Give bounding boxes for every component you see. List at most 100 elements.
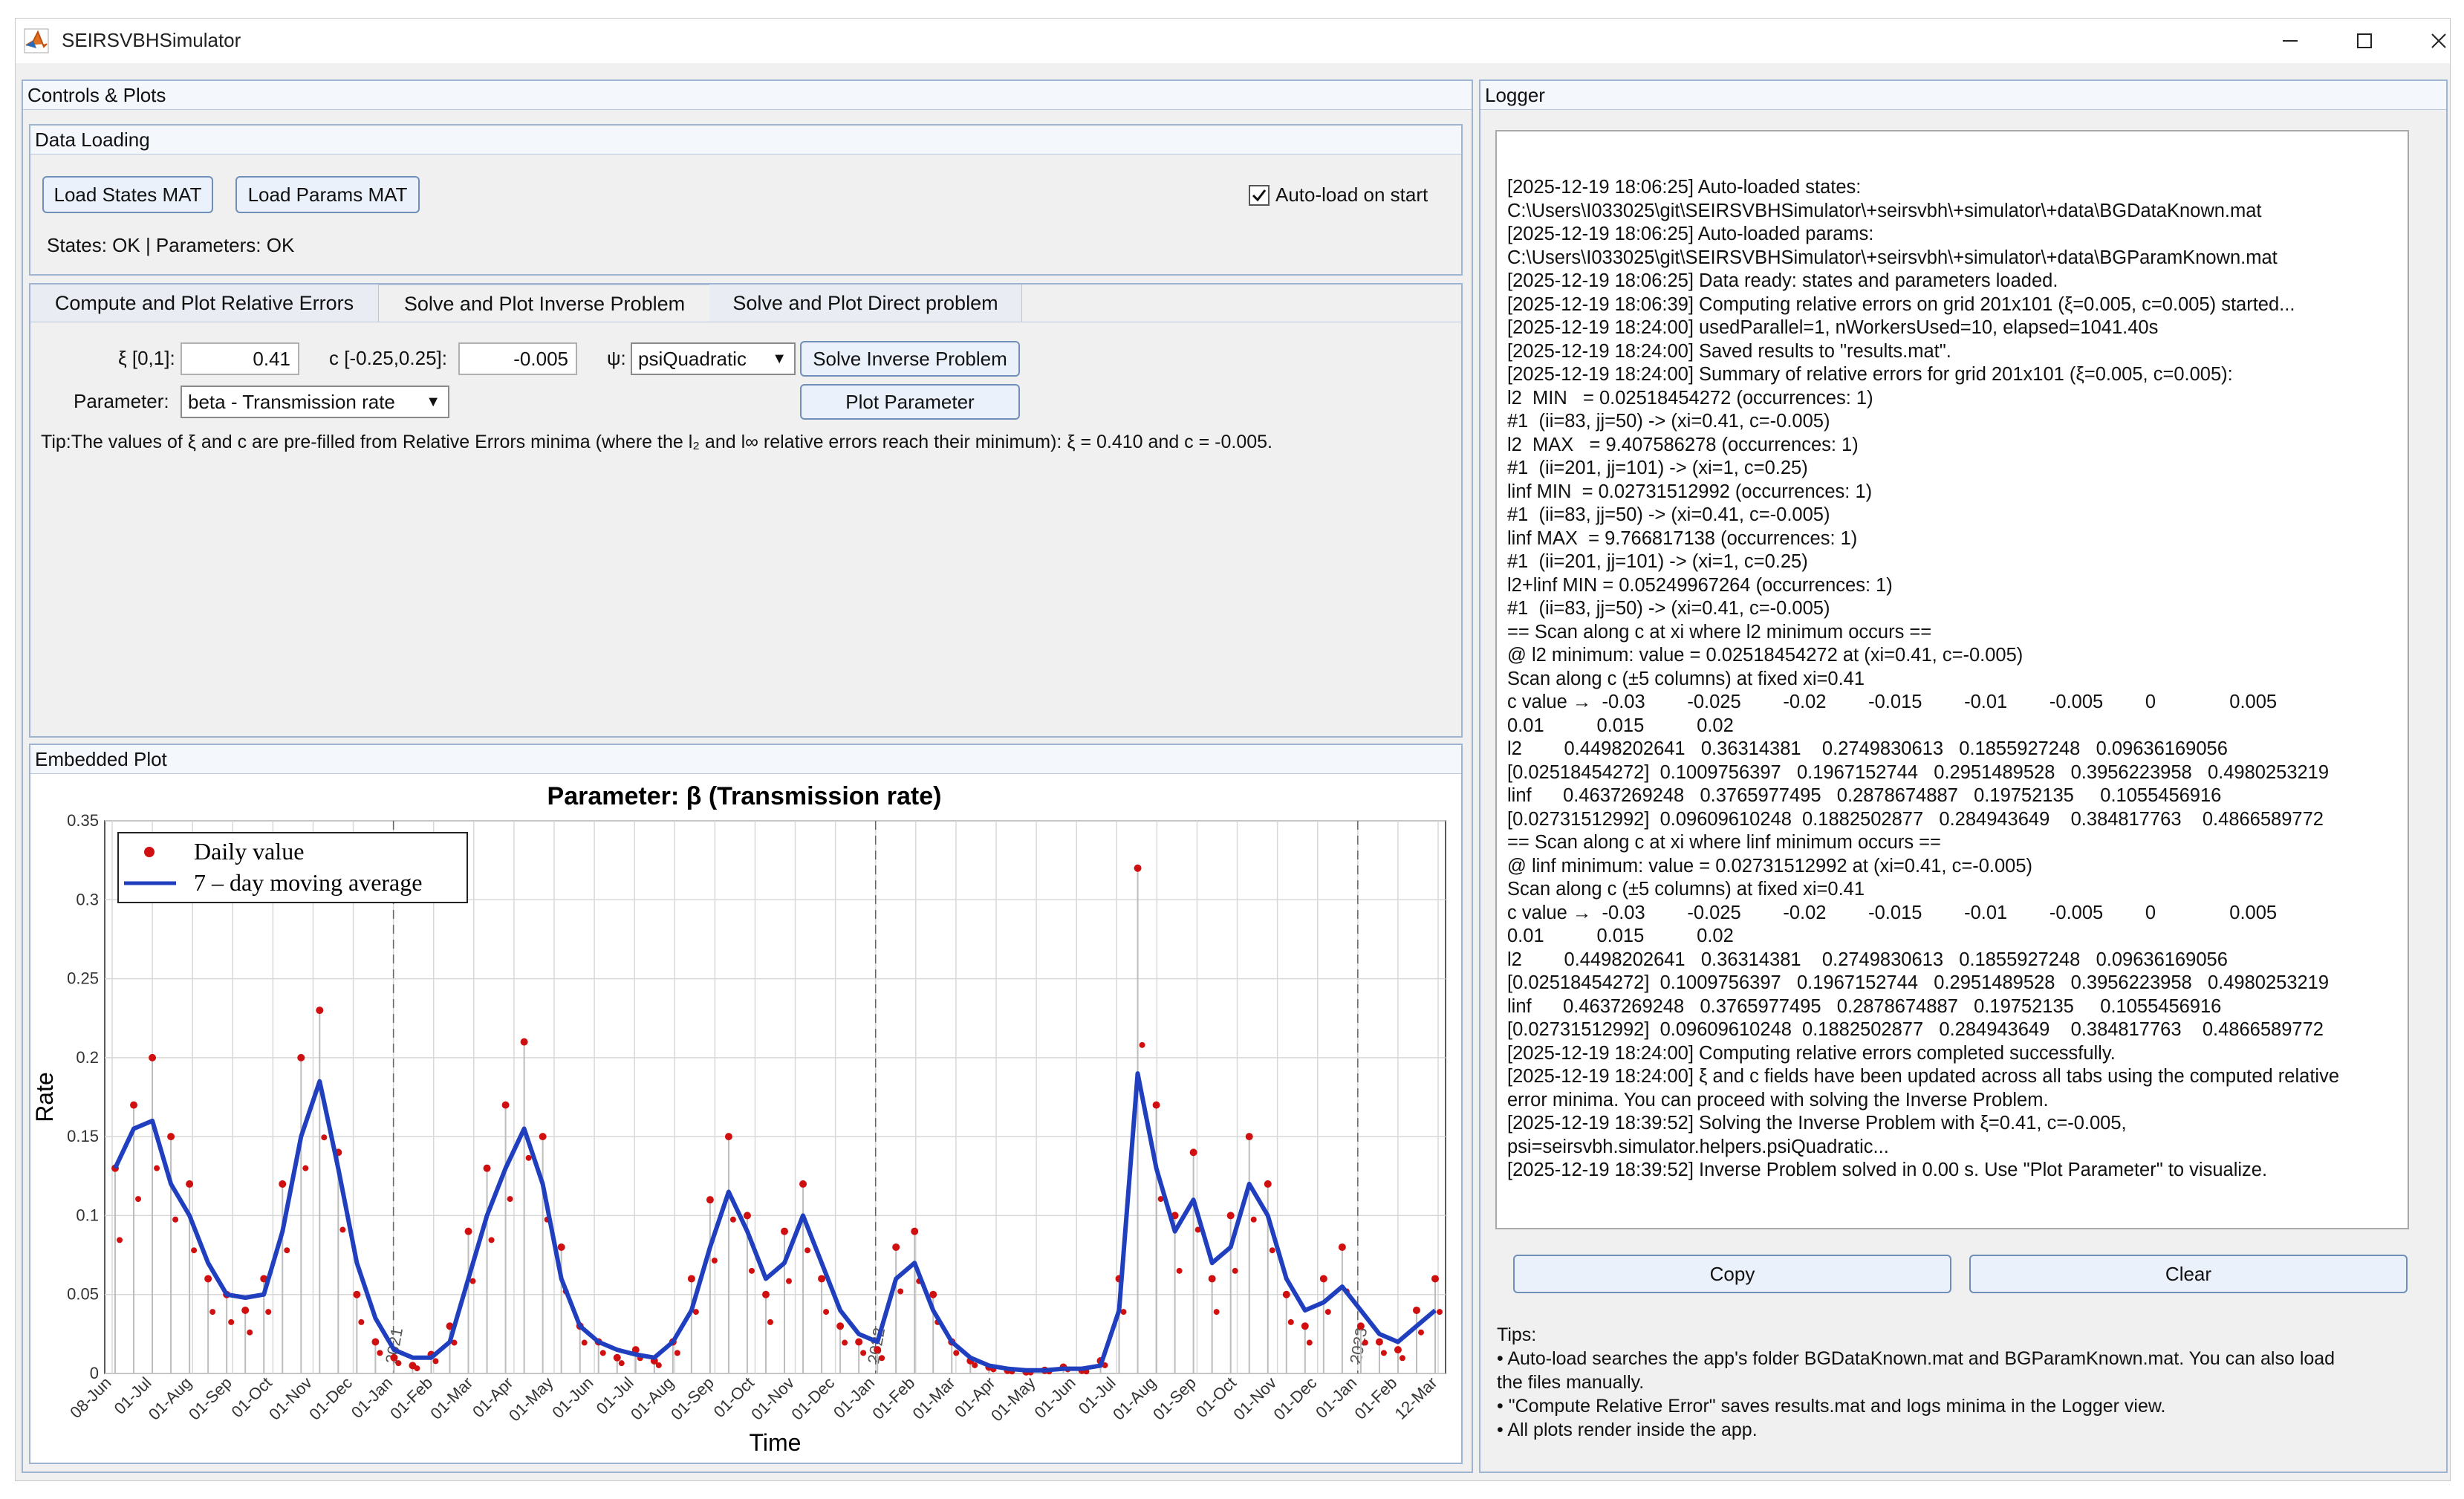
daily-point: [209, 1309, 216, 1316]
daily-point: [613, 1353, 621, 1362]
controls-panel-title: Controls & Plots: [23, 81, 1472, 110]
tip-line: • Auto-load searches the app's folder BG…: [1497, 1348, 2335, 1369]
logger-textarea[interactable]: [2025-12-19 18:06:25] Auto-loaded states…: [1495, 130, 2409, 1229]
app-window: SEIRSVBHSimulator Controls & Plots Data …: [15, 18, 2451, 1481]
daily-point: [1437, 1309, 1443, 1316]
c-label: c [-0.25,0.25]:: [329, 347, 447, 369]
daily-point: [761, 1290, 770, 1298]
plot-parameter-button[interactable]: Plot Parameter: [800, 384, 1020, 420]
parameter-dropdown-value: beta - Transmission rate: [188, 391, 395, 413]
xi-label: ξ [0,1]:: [118, 347, 175, 369]
daily-point: [879, 1355, 885, 1362]
log-line: linf MIN = 0.02731512992 (occurrences: 1…: [1507, 481, 1873, 502]
daily-point: [1226, 1212, 1235, 1220]
log-line: l2 MAX = 9.407586278 (occurrences: 1): [1507, 434, 1859, 455]
daily-point: [706, 1196, 714, 1204]
log-line: #1 (ii=201, jj=101) -> (xi=1, c=0.25): [1507, 458, 1808, 478]
daily-point: [897, 1288, 904, 1295]
tab-inverse-problem[interactable]: Solve and Plot Inverse Problem: [378, 284, 711, 322]
daily-point: [135, 1196, 142, 1203]
parameter-dropdown[interactable]: beta - Transmission rate ▼: [181, 386, 449, 418]
daily-point: [786, 1278, 793, 1284]
x-tick-label: 01-Sep: [185, 1373, 235, 1424]
autoload-checkbox[interactable]: [1249, 185, 1270, 206]
daily-point: [1412, 1306, 1420, 1314]
tab-relative-errors[interactable]: Compute and Plot Relative Errors: [30, 284, 379, 322]
log-line: [2025-12-19 18:39:52] Inverse Problem so…: [1507, 1160, 2268, 1180]
log-line: #1 (ii=83, jj=50) -> (xi=0.41, c=-0.005): [1507, 504, 1830, 525]
daily-point: [186, 1180, 194, 1188]
x-axis-label: Time: [750, 1429, 802, 1456]
x-tick-label: 01-May: [505, 1373, 557, 1425]
log-line: [0.02518454272] 0.1009756397 0.196715274…: [1507, 972, 2330, 993]
chevron-down-icon: ▼: [772, 351, 787, 367]
y-tick-label: 0.1: [76, 1206, 99, 1224]
daily-point: [823, 1309, 830, 1316]
close-button[interactable]: [2409, 23, 2464, 59]
daily-point: [674, 1350, 680, 1356]
data-loading-panel: Data Loading Load States MAT Load Params…: [29, 124, 1463, 276]
log-line: l2 0.4498202641 0.36314381 0.2749830613 …: [1507, 949, 2228, 970]
daily-point: [729, 1216, 736, 1223]
daily-point: [483, 1164, 491, 1172]
daily-point: [204, 1275, 212, 1283]
daily-point: [117, 1237, 123, 1243]
embedded-plot-panel: Embedded Plot Parameter: β (Transmission…: [29, 744, 1463, 1464]
daily-point: [371, 1338, 380, 1346]
log-line: error minima. You can proceed with solvi…: [1507, 1089, 2049, 1111]
daily-point: [316, 1007, 324, 1015]
log-line: linf 0.4637269248 0.3765977495 0.2878674…: [1507, 995, 2222, 1017]
daily-point: [1375, 1338, 1383, 1346]
daily-point: [1139, 1041, 1145, 1048]
log-line: #1 (ii=83, jj=50) -> (xi=0.41, c=-0.005): [1507, 411, 1830, 432]
daily-point: [377, 1350, 383, 1356]
solve-inverse-button[interactable]: Solve Inverse Problem: [800, 341, 1020, 377]
x-tick-label: 01-Sep: [1149, 1373, 1200, 1424]
log-line: @ linf minimum: value = 0.02731512992 at…: [1507, 855, 2033, 877]
x-tick-label: 01-Nov: [1229, 1373, 1280, 1424]
y-tick-label: 0.3: [76, 890, 99, 908]
daily-point: [781, 1227, 789, 1235]
log-line: l2+linf MIN = 0.05249967264 (occurrences…: [1507, 574, 1893, 596]
minimize-button[interactable]: [2260, 23, 2320, 59]
daily-point: [929, 1290, 937, 1298]
load-status-text: States: OK | Parameters: OK: [47, 234, 295, 256]
daily-point: [892, 1243, 900, 1251]
psi-dropdown-value: psiQuadratic: [638, 348, 747, 370]
tips-title: Tips:: [1497, 1324, 1537, 1345]
matlab-icon: [24, 28, 49, 53]
load-states-button[interactable]: Load States MAT: [42, 176, 213, 213]
maximize-icon: [2357, 33, 2372, 48]
daily-point: [874, 1346, 882, 1354]
log-line: l2 MIN = 0.02518454272 (occurrences: 1): [1507, 387, 1873, 409]
daily-point: [1399, 1355, 1405, 1362]
plot-area: [104, 820, 1446, 1374]
daily-point: [599, 1350, 606, 1356]
tab-direct-problem[interactable]: Solve and Plot Direct problem: [709, 284, 1022, 322]
daily-point: [1301, 1322, 1309, 1330]
x-tick-label: 01-Feb: [868, 1373, 918, 1423]
log-line: linf MAX = 9.766817138 (occurrences: 1): [1507, 527, 1858, 549]
log-line: #1 (ii=83, jj=50) -> (xi=0.41, c=-0.005): [1507, 598, 1830, 619]
log-line: Scan along c (±5 columns) at fixed xi=0.…: [1507, 879, 1865, 900]
log-line: #1 (ii=201, jj=101) -> (xi=1, c=0.25): [1507, 551, 1808, 572]
xi-field[interactable]: 0.41: [181, 342, 299, 375]
daily-point: [149, 1053, 157, 1061]
daily-point: [1245, 1133, 1253, 1141]
psi-dropdown[interactable]: psiQuadratic ▼: [631, 342, 796, 375]
daily-point: [353, 1290, 361, 1298]
parameter-label: Parameter:: [74, 390, 169, 412]
clear-button[interactable]: Clear: [1969, 1255, 2408, 1293]
load-params-button[interactable]: Load Params MAT: [235, 176, 420, 213]
x-tick-label: 01-Nov: [747, 1373, 798, 1424]
daily-point: [911, 1227, 919, 1235]
daily-point: [464, 1227, 472, 1235]
c-field[interactable]: -0.005: [458, 342, 577, 375]
tip-line: the files manually.: [1497, 1372, 1645, 1393]
log-line: == Scan along c at xi where linf minimum…: [1507, 832, 1941, 853]
copy-button[interactable]: Copy: [1513, 1255, 1951, 1293]
maximize-button[interactable]: [2335, 23, 2394, 59]
daily-point: [1134, 864, 1142, 872]
daily-point: [1189, 1148, 1197, 1157]
minimize-icon: [2283, 40, 2298, 42]
